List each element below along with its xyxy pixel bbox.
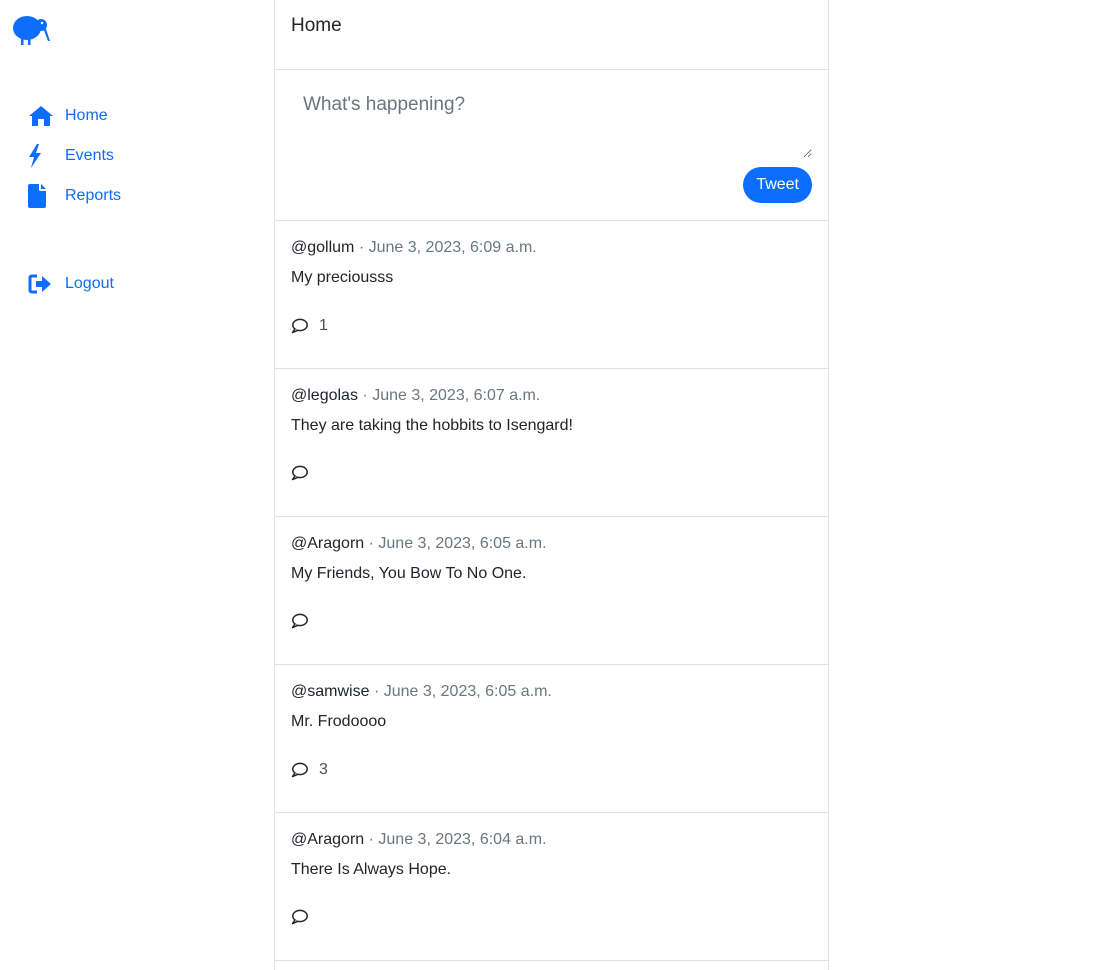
tweet-text: My preciousss: [291, 269, 394, 286]
tweet-timestamp: June 3, 2023, 6:09 a.m.: [368, 239, 537, 256]
tweet-username[interactable]: @legolas: [291, 387, 358, 404]
tweet-username[interactable]: @Aragorn: [291, 831, 364, 848]
comment-button[interactable]: [291, 909, 319, 925]
home-icon: [28, 103, 54, 129]
comment-icon: [291, 318, 308, 334]
main-feed: Home Tweet @gollum · June 3, 2023, 6:09 …: [274, 0, 829, 970]
sidebar: Home Events Reports Logout: [0, 0, 274, 970]
tweet-button[interactable]: Tweet: [743, 167, 812, 203]
tweet-timestamp: June 3, 2023, 6:07 a.m.: [372, 387, 541, 404]
comment-button[interactable]: 3: [291, 761, 328, 779]
tweet-meta: @Aragorn · June 3, 2023, 6:04 a.m.: [291, 830, 812, 850]
sidebar-item-events[interactable]: Events: [28, 143, 114, 169]
tweet-text: Mr. Frodoooo: [291, 713, 387, 730]
comment-count: 3: [319, 761, 328, 778]
comment-button[interactable]: [291, 465, 319, 481]
tweet-text: My Friends, You Bow To No One.: [291, 565, 527, 582]
tweet-timestamp: June 3, 2023, 6:05 a.m.: [383, 683, 552, 700]
tweet-composer: Tweet: [275, 70, 828, 221]
sidebar-item-home[interactable]: Home: [28, 103, 108, 129]
comment-button[interactable]: [291, 613, 319, 629]
tweet-item[interactable]: @gollum · June 3, 2023, 6:09 a.m. My pre…: [275, 221, 828, 369]
tweet-meta: @gollum · June 3, 2023, 6:09 a.m.: [291, 238, 812, 258]
sidebar-item-label: Reports: [65, 187, 122, 204]
comment-icon: [291, 762, 308, 778]
tweet-separator: ·: [368, 831, 374, 848]
comment-count: 1: [319, 317, 328, 334]
tweet-meta: @Aragorn · June 3, 2023, 6:05 a.m.: [291, 534, 812, 554]
tweet-item[interactable]: @samwise · June 3, 2023, 6:05 a.m. Mr. F…: [275, 665, 828, 813]
tweet-separator: ·: [362, 387, 368, 404]
tweet-item[interactable]: @legolas · June 3, 2023, 6:07 a.m. They …: [275, 369, 828, 517]
comment-icon: [291, 613, 308, 629]
tweet-meta: @samwise · June 3, 2023, 6:05 a.m.: [291, 682, 812, 702]
tweet-text: They are taking the hobbits to Isengard!: [291, 417, 573, 434]
kiwi-bird-icon[interactable]: [12, 14, 52, 46]
comment-icon: [291, 465, 308, 481]
sidebar-item-label: Events: [65, 147, 114, 164]
comment-icon: [291, 909, 308, 925]
tweet-timestamp: June 3, 2023, 6:05 a.m.: [378, 535, 547, 552]
logout-button[interactable]: Logout: [28, 271, 114, 297]
logout-icon: [28, 271, 54, 297]
tweet-separator: ·: [373, 683, 380, 700]
tweet-username[interactable]: @samwise: [291, 683, 369, 700]
tweet-username[interactable]: @gollum: [291, 239, 354, 256]
logout-label: Logout: [65, 275, 114, 292]
tweet-meta: @legolas · June 3, 2023, 6:07 a.m.: [291, 386, 812, 406]
tweet-timestamp: June 3, 2023, 6:04 a.m.: [378, 831, 547, 848]
comment-button[interactable]: 1: [291, 317, 328, 335]
page-title: Home: [291, 15, 342, 36]
file-icon: [28, 183, 54, 209]
bolt-icon: [28, 143, 54, 169]
tweet-input[interactable]: [291, 84, 812, 158]
sidebar-item-label: Home: [65, 107, 108, 124]
sidebar-item-reports[interactable]: Reports: [28, 183, 121, 209]
tweet-item[interactable]: @Aragorn · June 3, 2023, 6:04 a.m. There…: [275, 813, 828, 961]
tweet-separator: ·: [368, 535, 374, 552]
tweet-item[interactable]: @Aragorn · June 3, 2023, 6:05 a.m. My Fr…: [275, 517, 828, 665]
tweet-username[interactable]: @Aragorn: [291, 535, 364, 552]
page-header: Home: [275, 0, 828, 70]
tweet-separator: ·: [358, 239, 365, 256]
tweet-text: There Is Always Hope.: [291, 861, 452, 878]
